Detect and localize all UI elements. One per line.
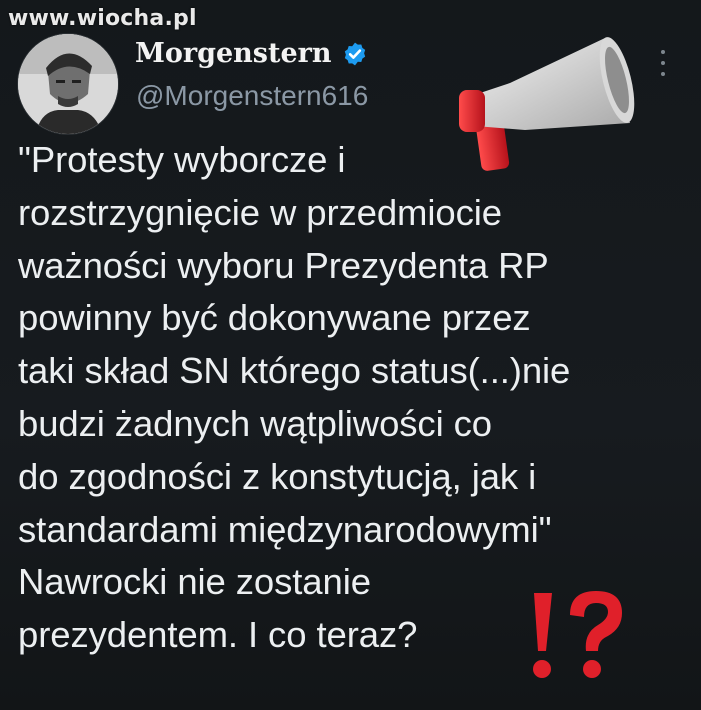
more-options-icon[interactable] (660, 50, 666, 76)
avatar[interactable] (18, 34, 118, 134)
author-display-name[interactable]: Morgenstern (135, 38, 368, 69)
author-handle[interactable]: @Morgenstern616 (136, 80, 368, 112)
tweet-line: ważności wyboru Prezydenta RP (18, 244, 549, 286)
tweet-line: standardami międzynarodowymi" (18, 508, 552, 550)
display-name-text[interactable]: Morgenstern (135, 38, 332, 69)
verified-badge-icon (344, 42, 365, 65)
tweet-screenshot: www.wiocha.pl Morgenstern @Morgenstern61… (0, 0, 701, 710)
exclamation-question-emoji-icon (533, 591, 622, 678)
tweet-line: budzi żadnych wątpliwości co (18, 402, 492, 444)
site-watermark: www.wiocha.pl (8, 6, 197, 31)
tweet-line: powinny być dokonywane przez (18, 297, 531, 339)
tweet-line: rozstrzygnięcie w przedmiocie (18, 191, 502, 233)
tweet-line: "Protesty wyborcze i (18, 139, 346, 180)
tweet-line: taki skład SN którego status(...)nie (18, 350, 571, 392)
profile-photo-icon (18, 34, 118, 134)
tweet-line: do zgodności z konstytucją, jak i (18, 455, 537, 497)
tweet-text: "Protesty wyborcze i rozstrzygnięcie w p… (18, 134, 678, 662)
